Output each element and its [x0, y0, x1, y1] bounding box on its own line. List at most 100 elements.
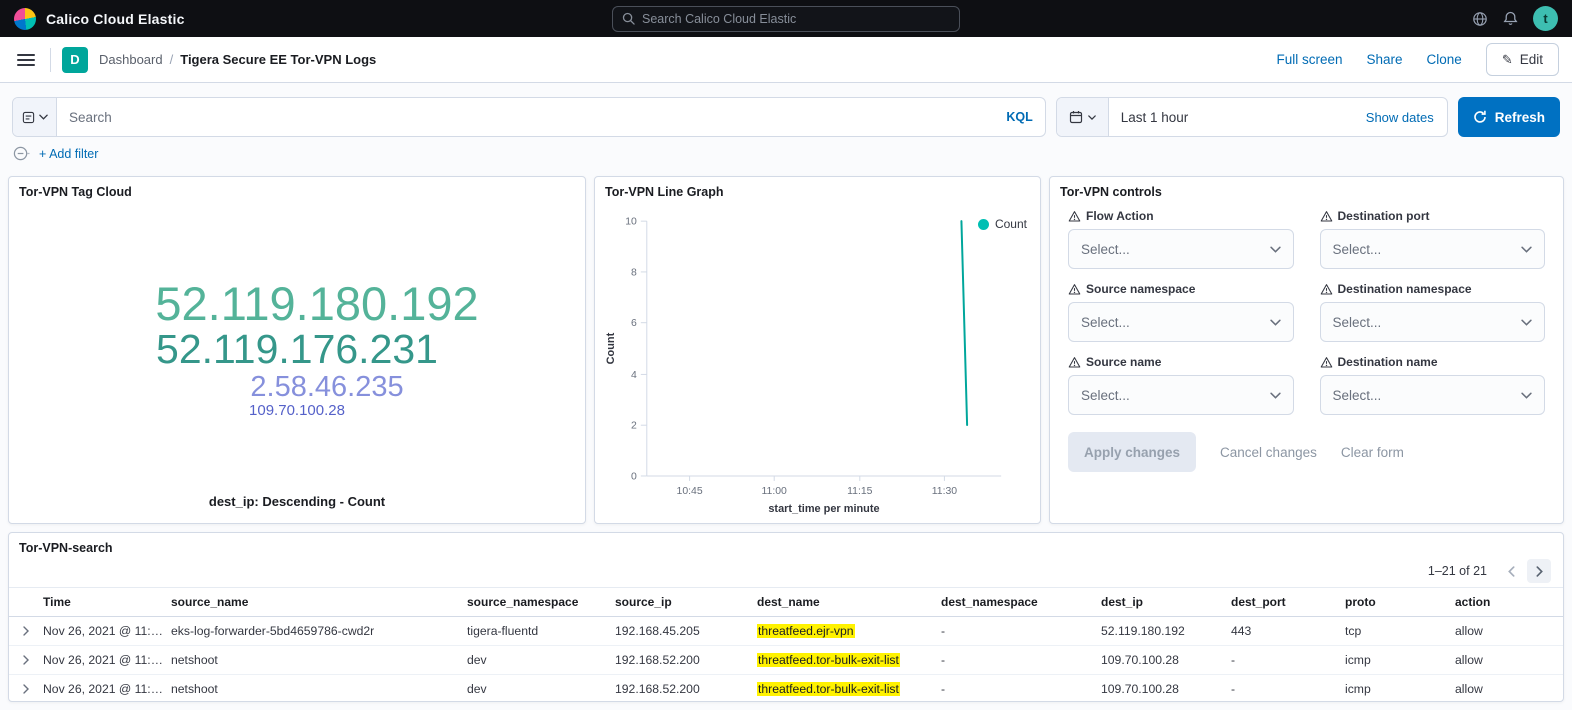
query-search-input[interactable]: [69, 110, 998, 125]
control-label-row: Source namespace: [1068, 282, 1294, 296]
source-namespace-select[interactable]: Select...: [1068, 302, 1294, 342]
control-label: Destination port: [1338, 209, 1430, 223]
filter-group-icon[interactable]: [13, 145, 30, 162]
query-bar: KQL Last 1 hour Show dates: [0, 83, 1572, 145]
clear-form-button[interactable]: Clear form: [1341, 445, 1404, 460]
y-tick: 8: [631, 267, 637, 278]
column-header-dest-namespace[interactable]: dest_namespace: [941, 595, 1101, 609]
column-header-action[interactable]: action: [1455, 595, 1563, 609]
cell-source-name: netshoot: [171, 653, 467, 667]
cell-source-ip: 192.168.52.200: [615, 682, 757, 696]
cell-source-namespace: dev: [467, 682, 615, 696]
column-header-dest-name[interactable]: dest_name: [757, 595, 941, 609]
add-filter-button[interactable]: + Add filter: [39, 147, 98, 161]
y-tick: 0: [631, 471, 637, 482]
column-header-dest-ip[interactable]: dest_ip: [1101, 595, 1231, 609]
select-placeholder: Select...: [1333, 315, 1382, 330]
cell-source-ip: 192.168.45.205: [615, 624, 757, 638]
destination-port-select[interactable]: Select...: [1320, 229, 1546, 269]
dashboard-app-badge[interactable]: D: [62, 47, 88, 73]
tag-dest-ip[interactable]: 52.119.176.231: [156, 328, 438, 371]
notifications-icon[interactable]: [1503, 11, 1518, 26]
apply-changes-button[interactable]: Apply changes: [1068, 432, 1196, 472]
warning-icon: [1068, 210, 1081, 223]
previous-page-button[interactable]: [1499, 559, 1523, 583]
saved-query-menu-button[interactable]: [13, 98, 57, 136]
controls-actions: Apply changes Cancel changes Clear form: [1050, 415, 1563, 472]
tag-dest-ip[interactable]: 2.58.46.235: [250, 372, 403, 403]
column-header-source-ip[interactable]: source_ip: [615, 595, 757, 609]
flow-action-select[interactable]: Select...: [1068, 229, 1294, 269]
chevron-down-icon: [1521, 246, 1532, 253]
dashboard: Tor-VPN Tag Cloud 52.119.180.192 52.119.…: [0, 172, 1572, 710]
column-header-dest-port[interactable]: dest_port: [1231, 595, 1345, 609]
cell-proto: tcp: [1345, 624, 1455, 638]
y-tick: 6: [631, 318, 637, 329]
dashboard-top-row: Tor-VPN Tag Cloud 52.119.180.192 52.119.…: [8, 176, 1564, 524]
global-search-input[interactable]: [642, 12, 950, 26]
next-page-button[interactable]: [1527, 559, 1551, 583]
x-tick: 11:15: [847, 486, 873, 497]
cell-dest-ip: 109.70.100.28: [1101, 682, 1231, 696]
column-header-source-namespace[interactable]: source_namespace: [467, 595, 615, 609]
cancel-changes-button[interactable]: Cancel changes: [1220, 445, 1317, 460]
cell-proto: icmp: [1345, 682, 1455, 696]
cell-action: allow: [1455, 624, 1563, 638]
select-placeholder: Select...: [1333, 242, 1382, 257]
cell-dest-ip: 109.70.100.28: [1101, 653, 1231, 667]
chevron-down-icon: [1270, 392, 1281, 399]
expand-row-button[interactable]: [21, 624, 31, 638]
controls-panel-title: Tor-VPN controls: [1050, 177, 1563, 203]
column-header-proto[interactable]: proto: [1345, 595, 1455, 609]
elastic-logo-icon[interactable]: [14, 8, 36, 30]
edit-button[interactable]: ✎ Edit: [1486, 43, 1559, 76]
hamburger-menu-icon[interactable]: [13, 47, 39, 73]
cell-dest-port: -: [1231, 682, 1345, 696]
column-header-time[interactable]: Time: [43, 595, 171, 609]
x-tick: 10:45: [677, 486, 703, 497]
control-label-row: Destination namespace: [1320, 282, 1546, 296]
x-tick: 11:00: [762, 486, 788, 497]
date-picker: Last 1 hour Show dates: [1056, 97, 1448, 137]
clone-button[interactable]: Clone: [1427, 52, 1462, 67]
column-header-source-name[interactable]: source_name: [171, 595, 467, 609]
time-range-value[interactable]: Last 1 hour: [1109, 110, 1201, 125]
pagination-label: 1–21 of 21: [1428, 564, 1487, 578]
source-name-select[interactable]: Select...: [1068, 375, 1294, 415]
line-chart: 0 2 4 6 8 10 10:45 11:00 11:15 11:30 sta…: [603, 205, 1032, 519]
globe-icon[interactable]: [1472, 11, 1488, 27]
control-label-row: Source name: [1068, 355, 1294, 369]
search-panel-title: Tor-VPN-search: [9, 533, 1563, 559]
cell-dest-namespace: -: [941, 624, 1101, 638]
share-button[interactable]: Share: [1367, 52, 1403, 67]
global-search-box[interactable]: [612, 6, 960, 32]
expand-row-button[interactable]: [21, 653, 31, 667]
chevron-right-icon: [1536, 566, 1543, 577]
expand-row-button[interactable]: [21, 682, 31, 696]
cell-source-namespace: dev: [467, 653, 615, 667]
warning-icon: [1320, 356, 1333, 369]
legend-dot-icon: [978, 219, 989, 230]
quick-select-date-button[interactable]: [1057, 98, 1109, 136]
nav-actions: Full screen Share Clone ✎ Edit: [1276, 43, 1559, 76]
edit-button-label: Edit: [1520, 52, 1543, 67]
destination-name-select[interactable]: Select...: [1320, 375, 1546, 415]
legend-count[interactable]: Count: [978, 217, 1027, 231]
kibana-dashboard-screen: Calico Cloud Elastic: [0, 0, 1572, 710]
x-axis-title: start_time per minute: [768, 503, 879, 515]
tag-dest-ip[interactable]: 109.70.100.28: [249, 403, 345, 419]
user-avatar[interactable]: t: [1533, 6, 1558, 31]
select-placeholder: Select...: [1081, 242, 1130, 257]
breadcrumb-dashboard[interactable]: Dashboard: [99, 52, 163, 67]
tag-dest-ip[interactable]: 52.119.180.192: [155, 279, 478, 329]
full-screen-button[interactable]: Full screen: [1276, 52, 1342, 67]
show-dates-button[interactable]: Show dates: [1353, 110, 1447, 125]
header-center: [612, 6, 960, 32]
count-line: [961, 221, 967, 425]
cell-dest-port: 443: [1231, 624, 1345, 638]
warning-icon: [1320, 283, 1333, 296]
cell-dest-name: threatfeed.tor-bulk-exit-list: [757, 682, 941, 696]
kql-language-button[interactable]: KQL: [1006, 110, 1032, 124]
refresh-button[interactable]: Refresh: [1458, 97, 1560, 137]
destination-namespace-select[interactable]: Select...: [1320, 302, 1546, 342]
